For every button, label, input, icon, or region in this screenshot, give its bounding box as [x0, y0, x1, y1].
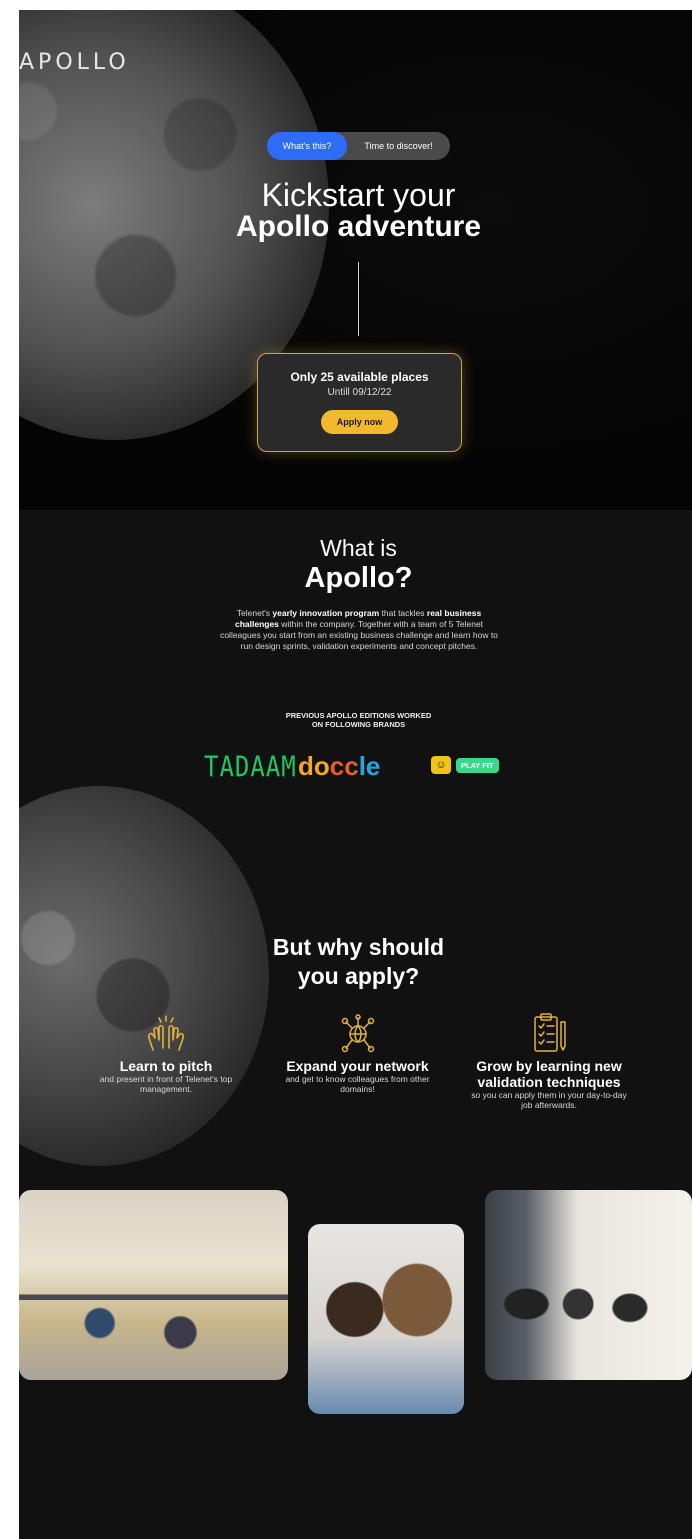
clapping-hands-icon — [148, 1015, 184, 1051]
why-title: But why should you apply? — [272, 934, 445, 989]
feature-network: Expand your network and get to know coll… — [275, 1014, 440, 1094]
playfit-label: PLAY FIT — [456, 757, 499, 773]
discover-label: Time to discover! — [364, 141, 433, 151]
smiley-icon: ☺ — [431, 756, 451, 774]
team-meeting-photo — [19, 1190, 288, 1380]
hero-title-line2: Apollo adventure — [235, 210, 482, 243]
feature-network-title: Expand your network — [286, 1058, 429, 1074]
page-canvas: APOLLO What's this? Time to discover! Ki… — [19, 10, 692, 1539]
doccle-logo: doccle — [298, 751, 381, 781]
feature-grow: Grow by learning new validation techniqu… — [470, 1012, 628, 1110]
whats-this-button[interactable]: What's this? — [267, 132, 347, 160]
feature-grow-title: Grow by learning new validation techniqu… — [476, 1058, 622, 1090]
network-globe-icon — [341, 1014, 374, 1053]
about-description: Telenet's yearly innovation program that… — [220, 608, 498, 651]
playfit-logo: ☺ PLAY FIT — [431, 756, 499, 774]
about-title-line1: What is — [320, 535, 397, 561]
feature-pitch-desc: and present in front of Telenet's top ma… — [99, 1074, 233, 1094]
colleagues-photo — [308, 1224, 464, 1414]
feature-pitch-title: Learn to pitch — [119, 1058, 213, 1074]
clipboard-checklist-icon — [534, 1013, 566, 1052]
hero-title-line1: Kickstart your — [261, 177, 456, 213]
feature-grow-desc: so you can apply them in your day-to-day… — [471, 1090, 627, 1110]
brands-heading: PREVIOUS APOLLO EDITIONS WORKED ON FOLLO… — [285, 711, 432, 729]
workshop-photo — [485, 1190, 692, 1380]
apply-now-button[interactable]: Apply now — [321, 410, 398, 434]
apply-card: Only 25 available places Untill 09/12/22… — [257, 353, 462, 452]
hero-divider — [358, 262, 359, 336]
about-title-line2: Apollo? — [304, 562, 413, 594]
discover-pill: What's this? Time to discover! — [267, 132, 450, 160]
feature-pitch: Learn to pitch and present in front of T… — [85, 1014, 247, 1094]
places-title: Only 25 available places — [290, 370, 429, 384]
tadaam-logo: TADAAM — [204, 750, 297, 784]
apollo-logo[interactable]: APOLLO — [19, 50, 130, 75]
deadline-label: Untill 09/12/22 — [327, 387, 392, 398]
feature-network-desc: and get to know colleagues from other do… — [285, 1074, 430, 1094]
